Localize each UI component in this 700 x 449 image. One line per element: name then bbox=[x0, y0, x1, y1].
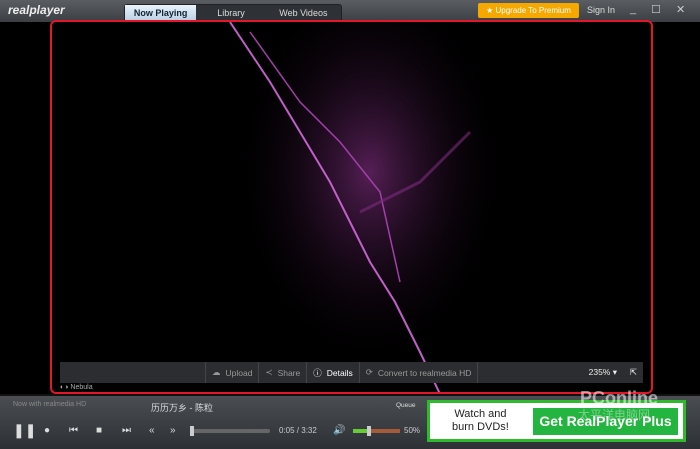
get-realplayer-plus-button[interactable]: Get RealPlayer Plus bbox=[533, 408, 678, 435]
ad-text: Watch and burn DVDs! bbox=[452, 408, 509, 433]
cloud-upload-icon: ☁ bbox=[212, 367, 221, 377]
rewind-icon[interactable]: « bbox=[149, 425, 155, 436]
previous-icon[interactable]: ⏮ bbox=[69, 425, 78, 436]
video-toolbar: ☁ Upload ≺ Share ⓘ Details ⟳ Convert to real… bbox=[60, 362, 643, 383]
details-button[interactable]: ⓘ Details bbox=[306, 362, 359, 383]
convert-label: Convert to realmedia HD bbox=[377, 367, 472, 378]
upload-button[interactable]: ☁ Upload bbox=[205, 362, 258, 383]
volume-slider[interactable] bbox=[353, 426, 400, 436]
ad-banner[interactable]: Watch and burn DVDs! Get RealPlayer Plus bbox=[427, 400, 686, 442]
upgrade-button[interactable]: ★ Upgrade To Premium bbox=[478, 3, 579, 18]
volume-percent: 50% bbox=[404, 426, 421, 435]
close-icon[interactable]: ✕ bbox=[676, 3, 685, 16]
time-display: 0:05 / 3:32 bbox=[279, 426, 317, 435]
stop-icon[interactable]: ■ bbox=[96, 425, 102, 436]
tab-library[interactable]: Library bbox=[196, 5, 265, 21]
sign-in-link[interactable]: Sign In bbox=[587, 5, 615, 15]
zoom-dropdown[interactable]: 235% ▾ bbox=[589, 367, 617, 378]
info-icon: ⓘ bbox=[313, 367, 322, 378]
share-button[interactable]: ≺ Share bbox=[258, 362, 306, 383]
fast-forward-icon[interactable]: » bbox=[170, 425, 176, 436]
convert-icon: ⟳ bbox=[365, 367, 373, 377]
now-with-label: Now with realmedia HD bbox=[13, 401, 87, 408]
song-title: 历历万乡 - 陈粒 bbox=[151, 403, 213, 413]
upload-label: Upload bbox=[225, 367, 253, 378]
highlight-frame bbox=[50, 20, 653, 394]
tab-now-playing[interactable]: Now Playing bbox=[125, 5, 197, 21]
volume-icon[interactable]: 🔊 bbox=[333, 425, 345, 436]
seek-slider[interactable] bbox=[190, 426, 270, 436]
popout-icon[interactable]: ⇱ bbox=[630, 367, 637, 378]
record-icon[interactable]: ● bbox=[44, 425, 50, 436]
tab-web-videos[interactable]: Web Videos bbox=[266, 5, 341, 21]
pause-icon[interactable]: ❚❚ bbox=[13, 422, 36, 439]
queue-button[interactable]: Queue bbox=[396, 402, 416, 409]
details-label: Details bbox=[326, 367, 353, 378]
visualization-label[interactable]: ◐◑ Nebula bbox=[60, 384, 93, 391]
minimize-icon[interactable]: _ bbox=[630, 3, 636, 15]
title-bar: realplayer Now Playing Library Web Video… bbox=[0, 0, 700, 22]
next-icon[interactable]: ⏭ bbox=[122, 425, 131, 436]
realplayer-logo: realplayer bbox=[8, 3, 65, 17]
maximize-icon[interactable]: ☐ bbox=[651, 3, 661, 16]
convert-button[interactable]: ⟳ Convert to realmedia HD bbox=[358, 362, 479, 383]
share-label: Share bbox=[277, 367, 301, 378]
share-icon: ≺ bbox=[265, 367, 273, 377]
